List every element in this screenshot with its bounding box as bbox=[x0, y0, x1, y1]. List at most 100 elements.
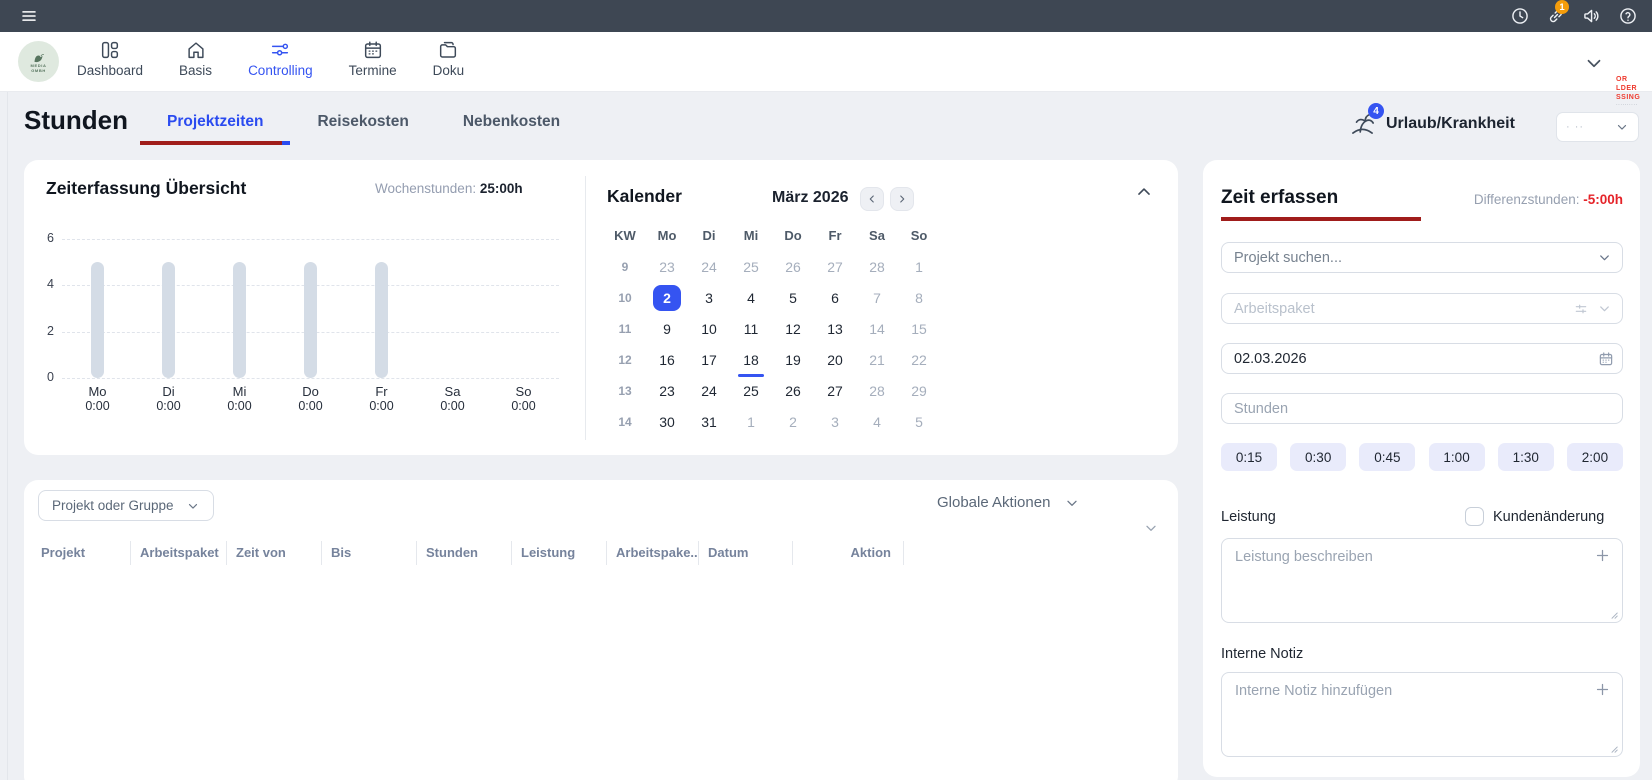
calendar-day-selected[interactable]: 2 bbox=[653, 285, 681, 311]
calendar-day-header: Mo bbox=[658, 228, 677, 243]
calendar-day[interactable]: 27 bbox=[821, 254, 849, 280]
add-note-icon[interactable] bbox=[1594, 681, 1611, 698]
vacation-link[interactable]: 4 Urlaub/Krankheit bbox=[1349, 110, 1515, 137]
calendar-day[interactable]: 3 bbox=[821, 409, 849, 435]
calendar-week-number: 11 bbox=[619, 322, 632, 336]
calendar-day[interactable]: 19 bbox=[779, 347, 807, 373]
entries-table-header: ProjektArbeitspaketZeit vonBisStundenLei… bbox=[41, 540, 904, 566]
nav-item-termine[interactable]: Termine bbox=[349, 39, 397, 78]
calendar-day[interactable]: 25 bbox=[737, 254, 765, 280]
quick-time-1-00[interactable]: 1:00 bbox=[1429, 443, 1485, 471]
calendar-day[interactable]: 4 bbox=[863, 409, 891, 435]
calendar-day[interactable]: 26 bbox=[779, 378, 807, 404]
calendar-day[interactable]: 27 bbox=[821, 378, 849, 404]
calendar-day[interactable]: 30 bbox=[653, 409, 681, 435]
service-description-textarea[interactable] bbox=[1221, 538, 1623, 623]
chart-day-label: So bbox=[491, 384, 557, 399]
chart-day-label: Mo bbox=[65, 384, 131, 399]
calendar-week-number: 13 bbox=[618, 384, 631, 398]
nav-item-controlling[interactable]: Controlling bbox=[248, 39, 313, 78]
calendar-day[interactable]: 29 bbox=[905, 378, 933, 404]
calendar-day[interactable]: 4 bbox=[737, 285, 765, 311]
calendar-day[interactable]: 28 bbox=[863, 254, 891, 280]
link-icon[interactable]: 1 bbox=[1546, 6, 1566, 26]
tab-reisekosten[interactable]: Reisekosten bbox=[290, 101, 435, 145]
collapse-chevron-up-icon[interactable] bbox=[1134, 182, 1154, 202]
calendar-day[interactable]: 11 bbox=[737, 316, 765, 342]
calendar-day[interactable]: 25 bbox=[737, 378, 765, 404]
project-search-select[interactable]: Projekt suchen... bbox=[1221, 242, 1623, 273]
date-input[interactable] bbox=[1221, 343, 1623, 374]
nav-item-dashboard[interactable]: Dashboard bbox=[77, 39, 143, 78]
calendar-day-today[interactable]: 18 bbox=[737, 347, 765, 373]
internal-note-textarea[interactable] bbox=[1221, 672, 1623, 757]
quick-time-0-30[interactable]: 0:30 bbox=[1290, 443, 1346, 471]
calendar-next-button[interactable] bbox=[890, 187, 914, 211]
tab-nebenkosten[interactable]: Nebenkosten bbox=[436, 101, 587, 145]
quick-time-0-15[interactable]: 0:15 bbox=[1221, 443, 1277, 471]
quick-time-2-00[interactable]: 2:00 bbox=[1567, 443, 1623, 471]
calendar-day[interactable]: 20 bbox=[821, 347, 849, 373]
calendar-day[interactable]: 21 bbox=[863, 347, 891, 373]
calendar-day[interactable]: 15 bbox=[905, 316, 933, 342]
calendar-day[interactable]: 28 bbox=[863, 378, 891, 404]
calendar-day[interactable]: 10 bbox=[695, 316, 723, 342]
calendar-day[interactable]: 22 bbox=[905, 347, 933, 373]
calendar-day[interactable]: 6 bbox=[821, 285, 849, 311]
calendar-day[interactable]: 23 bbox=[653, 378, 681, 404]
calendar-day[interactable]: 9 bbox=[653, 316, 681, 342]
client-logo-subline: ·········· bbox=[1616, 102, 1652, 108]
notification-badge: 1 bbox=[1555, 0, 1569, 14]
calendar-day[interactable]: 1 bbox=[905, 254, 933, 280]
nav-item-basis[interactable]: Basis bbox=[179, 39, 212, 78]
calendar-day[interactable]: 26 bbox=[779, 254, 807, 280]
column-header-projekt: Projekt bbox=[41, 541, 130, 565]
clock-icon[interactable] bbox=[1510, 6, 1530, 26]
user-select[interactable]: · ·· bbox=[1556, 112, 1639, 142]
tab-projektzeiten[interactable]: Projektzeiten bbox=[140, 101, 290, 145]
calendar-day[interactable]: 1 bbox=[737, 409, 765, 435]
calendar-day[interactable]: 3 bbox=[695, 285, 723, 311]
customer-change-label: Kundenänderung bbox=[1493, 509, 1604, 525]
chevron-down-icon bbox=[1615, 120, 1629, 134]
nav-item-doku[interactable]: Doku bbox=[433, 39, 465, 78]
customer-change-checkbox[interactable] bbox=[1465, 507, 1484, 526]
calendar-day[interactable]: 12 bbox=[779, 316, 807, 342]
calendar-day[interactable]: 23 bbox=[653, 254, 681, 280]
calendar-day[interactable]: 14 bbox=[863, 316, 891, 342]
chart-y-tick: 2 bbox=[34, 324, 54, 338]
work-package-select[interactable]: Arbeitspaket bbox=[1221, 293, 1623, 324]
chevron-down-icon bbox=[186, 499, 200, 513]
chart-bar-mo bbox=[91, 262, 104, 378]
calendar-day[interactable]: 8 bbox=[905, 285, 933, 311]
calendar-day[interactable]: 5 bbox=[905, 409, 933, 435]
chart-day-label: Do bbox=[278, 384, 344, 399]
calendar-month-label: März 2026 bbox=[772, 189, 849, 207]
calendar-day[interactable]: 16 bbox=[653, 347, 681, 373]
nav-item-label: Dashboard bbox=[77, 63, 143, 78]
calendar-day[interactable]: 31 bbox=[695, 409, 723, 435]
calendar-day[interactable]: 13 bbox=[821, 316, 849, 342]
calendar-day[interactable]: 24 bbox=[695, 378, 723, 404]
company-logo[interactable]: MEDIA GMBH bbox=[18, 41, 59, 82]
calendar-day[interactable]: 7 bbox=[863, 285, 891, 311]
megaphone-icon[interactable] bbox=[1582, 6, 1602, 26]
quick-time-buttons: 0:15 0:30 0:45 1:00 1:30 2:00 bbox=[1221, 443, 1623, 471]
calendar-day[interactable]: 24 bbox=[695, 254, 723, 280]
calendar-day[interactable]: 2 bbox=[779, 409, 807, 435]
hours-input[interactable] bbox=[1221, 393, 1623, 424]
calendar-prev-button[interactable] bbox=[860, 187, 884, 211]
nav-chevron-down-icon[interactable] bbox=[1583, 52, 1605, 74]
column-header-bis: Bis bbox=[321, 541, 416, 565]
column-header-zeit-von: Zeit von bbox=[226, 541, 321, 565]
global-actions-button[interactable]: Globale Aktionen bbox=[937, 494, 1080, 511]
hamburger-menu-button[interactable] bbox=[20, 7, 38, 25]
project-group-filter[interactable]: Projekt oder Gruppe bbox=[38, 490, 214, 521]
entries-expand-chevron-icon[interactable] bbox=[1143, 520, 1159, 536]
add-service-icon[interactable] bbox=[1594, 547, 1611, 564]
help-icon[interactable] bbox=[1618, 6, 1638, 26]
calendar-day[interactable]: 17 bbox=[695, 347, 723, 373]
calendar-day[interactable]: 5 bbox=[779, 285, 807, 311]
quick-time-1-30[interactable]: 1:30 bbox=[1498, 443, 1554, 471]
quick-time-0-45[interactable]: 0:45 bbox=[1359, 443, 1415, 471]
